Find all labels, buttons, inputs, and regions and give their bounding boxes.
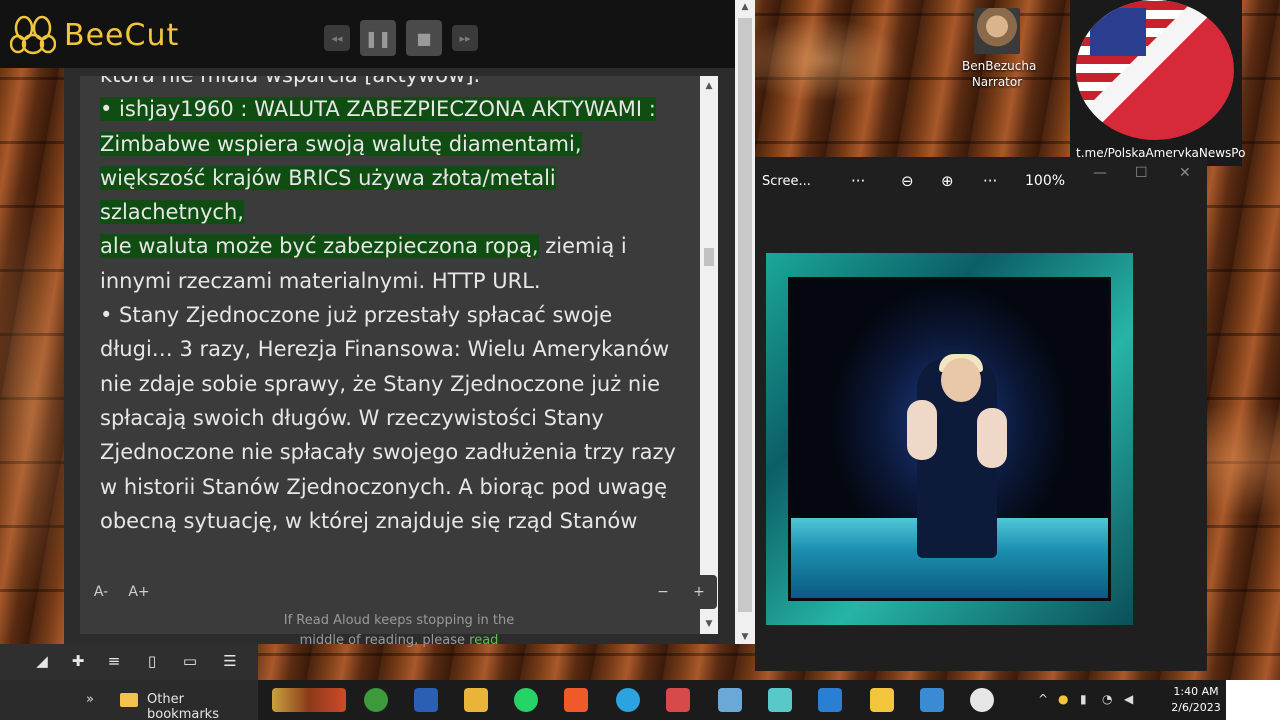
image-child-left (907, 400, 937, 460)
zoom-in-icon[interactable]: ⊕ (941, 172, 954, 190)
us-poland-flag-icon (1076, 0, 1234, 140)
flag-tile: t.me/PolskaAmerykaNewsPo (1070, 0, 1245, 166)
page-scroll-up-icon[interactable]: ▲ (735, 2, 755, 12)
menu-icon[interactable]: ☰ (220, 652, 240, 672)
pause-icon: ❚❚ (364, 28, 392, 48)
chrome-icon[interactable] (970, 688, 994, 712)
page-scroll-down-icon[interactable]: ▼ (735, 632, 755, 642)
speed-control: − + (645, 575, 717, 609)
minimize-icon[interactable]: — (1093, 165, 1107, 181)
stop-icon: ■ (416, 28, 432, 48)
more-menu-icon[interactable]: ··· (983, 172, 997, 190)
bee-logo-icon (10, 15, 56, 55)
telegram-icon[interactable] (616, 688, 640, 712)
reading-text-pane[interactable]: która nie miała wsparcia [aktywów]. • is… (80, 76, 700, 634)
photo-viewer-window: Scree... ··· ⊖ ⊕ ··· 100% — ☐ ✕ (755, 157, 1207, 671)
app-cyan-icon[interactable] (768, 688, 792, 712)
increase-button[interactable]: + (681, 575, 717, 609)
beecut-toolbar: BeeCut ◂◂ ❚❚ ■ ▸▸ (0, 0, 735, 68)
desktop-shortcut-label: BenBezucha Narrator (962, 58, 1036, 90)
player-controls: ◂◂ ❚❚ ■ ▸▸ (324, 20, 478, 56)
us-canton (1090, 8, 1146, 56)
image-app-icon[interactable] (718, 688, 742, 712)
scroll-thumb[interactable] (704, 248, 714, 266)
news-widget-icon[interactable] (272, 688, 346, 712)
zoom-level: 100% (1025, 173, 1066, 189)
video-app-icon[interactable] (818, 688, 842, 712)
sidebar-icon[interactable]: ▯ (142, 652, 162, 672)
bookmarks-bar: » Other bookmarks (0, 680, 258, 720)
clock[interactable]: 1:40 AM 2/6/2023 (1166, 684, 1226, 716)
extensions-puzzle-icon[interactable]: ✚ (68, 652, 88, 672)
paragraph: • Stany Zjednoczone już przestały spłaca… (100, 303, 676, 533)
highlighted-paragraph: • ishjay1960 : WALUTA ZABEZPIECZONA AKTY… (100, 97, 656, 225)
rewind-button[interactable]: ◂◂ (324, 25, 350, 51)
viewer-title: Scree... (762, 174, 811, 189)
microphone-icon[interactable]: ▮ (1080, 692, 1087, 706)
maximize-icon[interactable]: ☐ (1135, 165, 1148, 181)
app-name: BeeCut (64, 17, 180, 53)
word-icon[interactable] (414, 688, 438, 712)
app-green-icon[interactable] (364, 688, 388, 712)
brave-browser-icon[interactable] (564, 688, 588, 712)
more-options-icon[interactable]: ··· (851, 172, 865, 190)
image-frame (788, 277, 1111, 601)
scroll-up-icon[interactable]: ▲ (700, 78, 718, 94)
app-tool-icon[interactable] (666, 688, 690, 712)
date: 2/6/2023 (1171, 701, 1221, 714)
help-note-link[interactable]: read (469, 633, 498, 648)
read-aloud-panel: która nie miała wsparcia [aktywów]. • is… (64, 68, 735, 648)
pause-button[interactable]: ❚❚ (360, 20, 396, 56)
font-decrease-button[interactable]: A- (82, 575, 120, 609)
scroll-down-icon[interactable]: ▼ (700, 616, 718, 632)
wallet-icon[interactable]: ▭ (180, 652, 200, 672)
read-aloud-extension-icon[interactable]: ◢ (32, 652, 52, 672)
other-bookmarks-button[interactable]: Other bookmarks (147, 692, 258, 720)
beecut-taskbar-icon[interactable] (870, 688, 894, 712)
notification-area[interactable] (1226, 680, 1280, 720)
bookmarks-overflow-button[interactable]: » (86, 692, 94, 707)
shortcut-label-line1: BenBezucha (962, 59, 1037, 73)
close-icon[interactable]: ✕ (1179, 165, 1191, 181)
stop-button[interactable]: ■ (406, 20, 442, 56)
playlist-icon[interactable]: ≡ (104, 652, 124, 672)
image-head (941, 358, 981, 402)
photos-icon[interactable] (920, 688, 944, 712)
displayed-image (766, 253, 1133, 625)
font-size-control: A- A+ (82, 575, 158, 609)
file-explorer-icon[interactable] (464, 688, 488, 712)
forward-icon: ▸▸ (459, 31, 471, 45)
page-scroll-thumb[interactable] (738, 18, 752, 612)
rewind-icon: ◂◂ (331, 31, 343, 45)
desktop-shortcut-narrator[interactable]: BenBezucha Narrator (962, 8, 1036, 90)
help-note: If Read Aloud keeps stopping in the midd… (264, 611, 534, 651)
beecut-logo: BeeCut (10, 14, 179, 56)
zoom-out-icon[interactable]: ⊖ (901, 172, 914, 190)
shortcut-label-line2: Narrator (971, 75, 1023, 89)
reading-text: która nie miała wsparcia [aktywów]. • is… (100, 76, 680, 538)
volume-icon[interactable]: ◀ (1124, 692, 1133, 706)
time: 1:40 AM (1173, 685, 1219, 698)
taskbar: ^ ● ▮ ◔ ◀ 1:40 AM 2/6/2023 (258, 680, 1280, 720)
forward-button[interactable]: ▸▸ (452, 25, 478, 51)
tray-overflow-icon[interactable]: ^ (1038, 692, 1048, 706)
image-child-right (977, 408, 1007, 468)
paragraph: która nie miała wsparcia [aktywów]. (100, 76, 480, 87)
page-scrollbar[interactable]: ▲ ▼ (735, 0, 755, 644)
wifi-icon[interactable]: ◔ (1102, 692, 1112, 706)
browser-extension-bar: ◢ ✚ ≡ ▯ ▭ ☰ (0, 644, 258, 680)
whatsapp-icon[interactable] (514, 688, 538, 712)
highlighted-sentence: ale waluta może być zabezpieczona ropą, (100, 234, 539, 259)
font-increase-button[interactable]: A+ (120, 575, 158, 609)
decrease-button[interactable]: − (645, 575, 681, 609)
avatar (974, 8, 1020, 54)
text-scrollbar[interactable]: ▲ ▼ (700, 76, 718, 634)
tray-app-icon[interactable]: ● (1058, 692, 1068, 706)
folder-icon (120, 693, 138, 707)
